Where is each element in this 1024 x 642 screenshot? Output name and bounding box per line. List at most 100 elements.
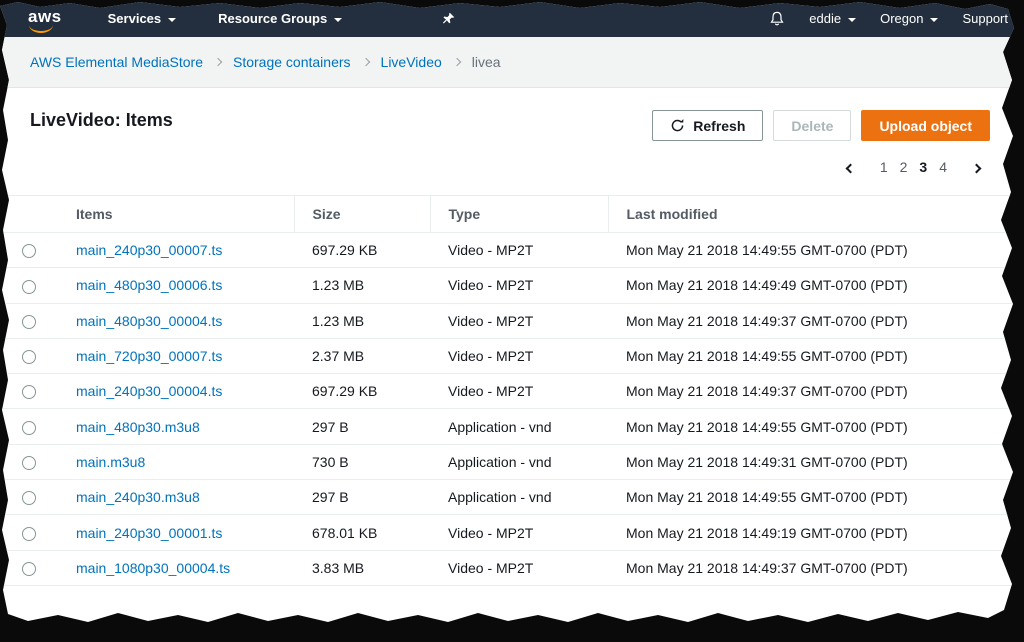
row-radio[interactable]	[22, 244, 36, 259]
item-cell: main_240p30_00004.ts	[58, 373, 294, 410]
item-link[interactable]: main_480p30_00004.ts	[76, 313, 222, 329]
item-link[interactable]: main_720p30_00007.ts	[76, 348, 222, 364]
modified-cell: Mon May 21 2018 14:49:55 GMT-0700 (PDT)	[608, 479, 1014, 516]
table-row: main_480p30_00004.ts 1.23 MB Video - MP2T M…	[0, 303, 1014, 339]
region-menu-label: Oregon	[880, 11, 924, 26]
select-cell	[0, 514, 58, 551]
pin-icon	[443, 12, 455, 24]
refresh-button[interactable]: Refresh	[652, 110, 764, 141]
type-cell: Video - MP2T	[430, 338, 608, 375]
modified-cell: Mon May 21 2018 14:49:55 GMT-0700 (PDT)	[608, 232, 1014, 269]
item-cell: main_240p30.m3u8	[58, 479, 294, 516]
aws-logo[interactable]: aws	[28, 7, 62, 33]
row-radio[interactable]	[22, 456, 36, 471]
chevron-down-icon	[930, 17, 939, 22]
row-radio[interactable]	[22, 420, 36, 435]
breadcrumb-link-livevideo[interactable]: LiveVideo	[381, 54, 442, 70]
chevron-left-icon	[845, 163, 856, 173]
size-cell: 697.29 KB	[294, 232, 430, 269]
user-menu-label: eddie	[809, 11, 842, 26]
size-cell: 2.37 MB	[294, 338, 430, 375]
select-cell	[0, 303, 58, 339]
next-page-button[interactable]	[961, 159, 986, 176]
notifications-button[interactable]	[769, 11, 785, 27]
modified-cell: Mon May 21 2018 14:49:55 GMT-0700 (PDT)	[608, 408, 1014, 445]
chevron-right-icon	[971, 163, 982, 173]
select-cell	[0, 338, 58, 375]
page-button-4[interactable]: 4	[933, 157, 953, 177]
item-link[interactable]: main_240p30_00001.ts	[76, 525, 222, 541]
screenshot-frame: aws Services Resource Groups eddie Orego…	[0, 0, 1024, 642]
services-menu[interactable]: Services	[108, 11, 177, 26]
content-header: LiveVideo: Items Refresh Delete Upload o…	[0, 88, 1014, 141]
support-menu[interactable]: Support	[962, 11, 1008, 26]
select-cell	[0, 373, 58, 410]
resource-groups-menu[interactable]: Resource Groups	[218, 11, 343, 26]
chevron-down-icon	[848, 17, 857, 22]
support-menu-label: Support	[962, 11, 1008, 26]
breadcrumb: AWS Elemental MediaStore Storage contain…	[0, 37, 1014, 88]
chevron-right-icon	[213, 57, 223, 67]
page-button-1[interactable]: 1	[874, 157, 894, 177]
item-cell: main_720p30_00007.ts	[58, 338, 294, 375]
size-cell: 297 B	[294, 479, 430, 516]
table-row: main_720p30_00007.ts 2.37 MB Video - MP2T M…	[0, 338, 1014, 375]
prev-page-button[interactable]	[841, 159, 866, 176]
size-cell: 1.23 MB	[294, 303, 430, 339]
modified-cell: Mon May 21 2018 14:49:37 GMT-0700 (PDT)	[608, 550, 1014, 586]
size-cell: 297 B	[294, 408, 430, 445]
table-body: main_240p30_00007.ts 697.29 KB Video - MP2…	[0, 232, 1014, 586]
delete-button-label: Delete	[791, 117, 834, 134]
row-radio[interactable]	[22, 491, 36, 506]
modified-cell: Mon May 21 2018 14:49:19 GMT-0700 (PDT)	[608, 514, 1014, 551]
region-menu[interactable]: Oregon	[880, 11, 939, 26]
breadcrumb-link-storage-containers[interactable]: Storage containers	[233, 54, 351, 70]
item-cell: main_480p30_00004.ts	[58, 303, 294, 339]
item-link[interactable]: main_240p30_00007.ts	[76, 242, 222, 258]
item-link[interactable]: main_240p30_00004.ts	[76, 383, 222, 399]
modified-cell: Mon May 21 2018 14:49:37 GMT-0700 (PDT)	[608, 373, 1014, 410]
type-cell: Video - MP2T	[430, 514, 608, 551]
select-cell	[0, 267, 58, 304]
select-cell	[0, 444, 58, 481]
row-radio[interactable]	[22, 314, 36, 329]
table-row: main_240p30.m3u8 297 B Application - vnd Mo…	[0, 479, 1014, 516]
select-cell	[0, 550, 58, 586]
size-cell: 1.23 MB	[294, 267, 430, 304]
navbar-right-group: eddie Oregon Support	[769, 11, 1008, 27]
pin-shortcuts-button[interactable]	[442, 12, 455, 25]
row-radio[interactable]	[22, 561, 36, 576]
row-radio[interactable]	[22, 385, 36, 400]
page-button-3[interactable]: 3	[913, 157, 933, 177]
user-menu[interactable]: eddie	[809, 11, 857, 26]
modified-cell: Mon May 21 2018 14:49:49 GMT-0700 (PDT)	[608, 267, 1014, 304]
table-row: main_480p30_00006.ts 1.23 MB Video - MP2T M…	[0, 267, 1014, 304]
delete-button[interactable]: Delete	[773, 110, 852, 141]
breadcrumb-link-mediastore[interactable]: AWS Elemental MediaStore	[30, 54, 203, 70]
select-cell	[0, 408, 58, 445]
column-header-last-modified: Last modified	[607, 195, 1014, 233]
item-cell: main_480p30_00006.ts	[58, 267, 294, 304]
row-radio[interactable]	[22, 350, 36, 365]
item-link[interactable]: main_1080p30_00004.ts	[76, 560, 230, 576]
type-cell: Video - MP2T	[430, 373, 608, 410]
upload-object-button[interactable]: Upload object	[861, 110, 990, 141]
type-cell: Video - MP2T	[430, 550, 608, 586]
aws-logo-text: aws	[28, 7, 62, 26]
page-button-2[interactable]: 2	[894, 157, 914, 177]
breadcrumb-current: livea	[471, 54, 501, 70]
resource-groups-menu-label: Resource Groups	[218, 11, 328, 26]
select-cell	[0, 479, 58, 516]
table-row: main_1080p30_00004.ts 3.83 MB Video - MP2T…	[0, 550, 1014, 586]
pagination-pages: 1234	[874, 157, 953, 177]
item-link[interactable]: main_480p30.m3u8	[76, 419, 200, 435]
action-buttons: Refresh Delete Upload object	[652, 110, 990, 141]
row-radio[interactable]	[22, 279, 36, 294]
select-column-header	[0, 195, 58, 233]
item-link[interactable]: main_240p30.m3u8	[76, 489, 200, 505]
table-row: main_480p30.m3u8 297 B Application - vnd Mo…	[0, 408, 1014, 445]
type-cell: Application - vnd	[430, 479, 608, 516]
item-link[interactable]: main_480p30_00006.ts	[76, 277, 222, 293]
item-link[interactable]: main.m3u8	[76, 454, 145, 470]
row-radio[interactable]	[22, 526, 36, 541]
